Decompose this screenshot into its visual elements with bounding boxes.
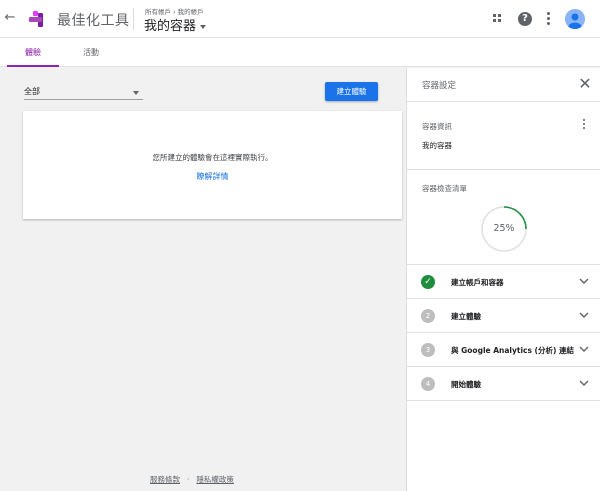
more-vert-icon[interactable] (546, 12, 550, 26)
learn-more-link[interactable]: 瞭解詳情 (23, 171, 402, 182)
panel-title: 容器設定 (422, 81, 457, 91)
container-checklist-section: 容器檢查清單 25% (407, 170, 600, 265)
step-label: 建立帳戶和容器 (451, 278, 504, 287)
product-name: 最佳化工具 (57, 13, 130, 29)
step-number-badge: 4 (421, 377, 435, 391)
chevron-down-icon (579, 346, 589, 352)
caret-down-icon (200, 24, 207, 29)
step-label: 與 Google Analytics (分析) 連結 (451, 346, 575, 355)
footer-separator: · (187, 475, 190, 484)
apps-grid-icon[interactable] (493, 14, 503, 24)
chevron-down-icon (579, 380, 589, 386)
optimize-logo-icon (29, 11, 43, 27)
experience-filter-select[interactable]: 全部 (24, 84, 143, 100)
step-label: 開始體驗 (451, 380, 481, 389)
checklist-label: 容器檢查清單 (422, 184, 467, 193)
filter-value: 全部 (24, 87, 40, 96)
check-circle-icon: ✓ (421, 275, 435, 289)
container-info-label: 容器資訊 (422, 122, 452, 131)
footer: 服務條款 · 隱私權政策 (150, 474, 234, 485)
container-switcher[interactable]: 我的容器 (144, 15, 207, 34)
checklist-step-2[interactable]: 2 建立體驗 (407, 299, 600, 333)
back-arrow-icon[interactable]: ← (3, 11, 17, 25)
checklist-step-4[interactable]: 4 開始體驗 (407, 367, 600, 401)
account-avatar-icon[interactable] (565, 9, 585, 29)
checklist-step-1[interactable]: ✓ 建立帳戶和容器 (407, 265, 600, 299)
more-vert-icon[interactable] (582, 119, 586, 133)
header-divider (133, 8, 134, 30)
privacy-link[interactable]: 隱私權政策 (196, 475, 234, 484)
container-info-section: 容器資訊 我的容器 (407, 102, 600, 170)
container-settings-panel: 容器設定 ✕ 容器資訊 我的容器 容器檢查清單 25% ✓ 建立帳戶和容器 2 … (406, 68, 600, 491)
step-label: 建立體驗 (451, 312, 481, 321)
help-icon[interactable]: ? (518, 12, 532, 26)
chevron-down-icon (579, 312, 589, 318)
top-app-bar: ← 最佳化工具 所有帳戶 › 我的帳戶 我的容器 ? (0, 0, 600, 38)
terms-link[interactable]: 服務條款 (150, 475, 180, 484)
step-number-badge: 3 (421, 343, 435, 357)
experiences-empty-card: 您所建立的體驗會在這裡實際執行。 瞭解詳情 (23, 111, 402, 219)
tab-activity[interactable]: 活動 (66, 38, 116, 67)
panel-header: 容器設定 ✕ (407, 68, 600, 102)
container-name: 我的容器 (144, 19, 197, 34)
tab-bar: 體驗 活動 (0, 38, 600, 67)
dropdown-arrow-icon (133, 91, 139, 95)
create-experience-button[interactable]: 建立體驗 (325, 82, 378, 101)
chevron-down-icon (579, 278, 589, 284)
empty-state-text: 您所建立的體驗會在這裡實際執行。 (152, 153, 273, 162)
container-info-value: 我的容器 (422, 141, 452, 150)
close-icon[interactable]: ✕ (577, 76, 593, 92)
step-number-badge: 2 (421, 309, 435, 323)
checklist-step-3[interactable]: 3 與 Google Analytics (分析) 連結 (407, 333, 600, 367)
progress-percentage: 25% (493, 223, 515, 234)
tab-experiences[interactable]: 體驗 (7, 38, 59, 67)
